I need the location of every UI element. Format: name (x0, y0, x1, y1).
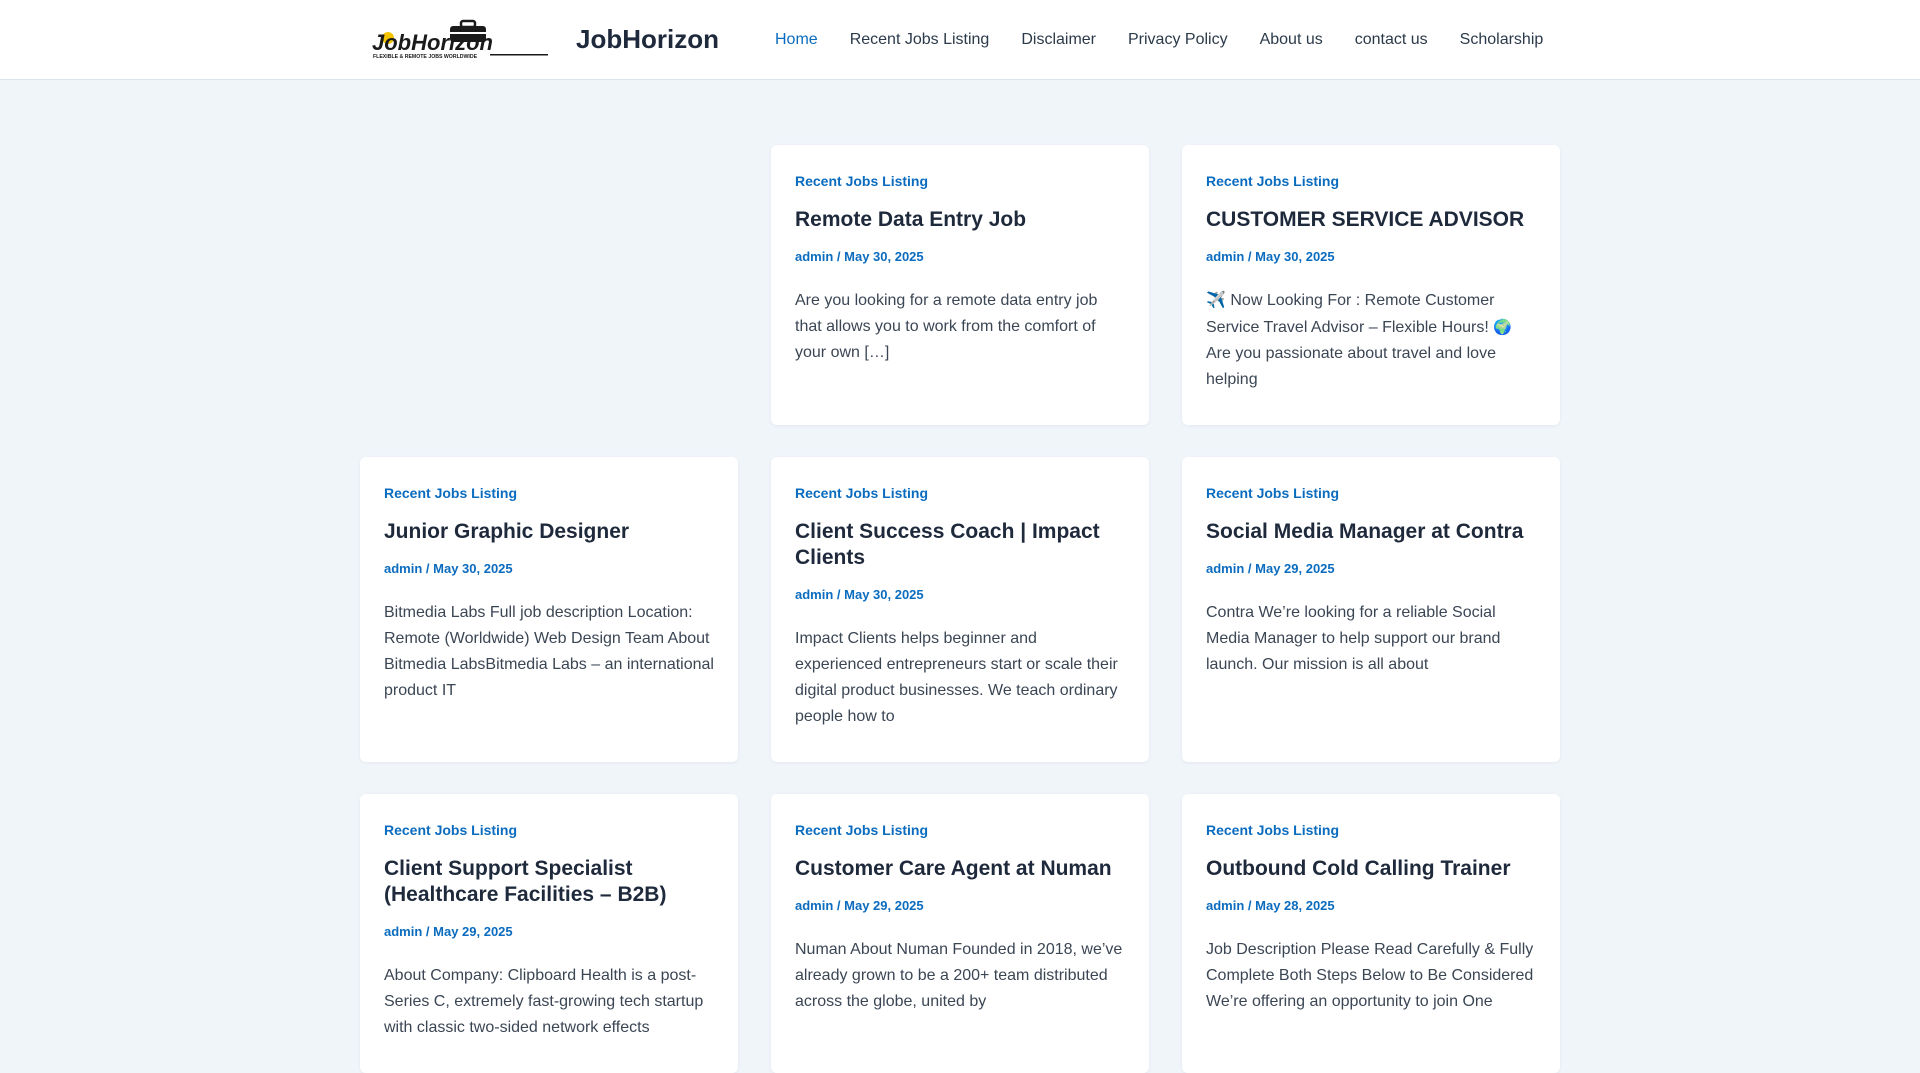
post-card: Recent Jobs Listing Remote Data Entry Jo… (771, 145, 1149, 425)
posts-grid: Recent Jobs Listing Remote Data Entry Jo… (360, 145, 1560, 1073)
post-title[interactable]: Social Media Manager at Contra (1206, 519, 1536, 545)
post-author-link[interactable]: admin (795, 249, 833, 264)
nav-disclaimer[interactable]: Disclaimer (1021, 31, 1096, 49)
post-date-link[interactable]: May 30, 2025 (844, 249, 924, 264)
post-author-link[interactable]: admin (1206, 249, 1244, 264)
post-excerpt: Impact Clients helps beginner and experi… (795, 630, 1118, 725)
excerpt-text-end: Are you passionate about travel and love… (1206, 345, 1496, 388)
post-date-link[interactable]: May 29, 2025 (844, 898, 924, 913)
post-meta: admin / May 30, 2025 (384, 561, 513, 576)
post-date-link[interactable]: May 29, 2025 (1255, 561, 1335, 576)
nav-home[interactable]: Home (775, 31, 818, 49)
post-title[interactable]: Junior Graphic Designer (384, 519, 714, 545)
excerpt-text-start: ✈️ Now Looking For : Remote Customer Ser… (1206, 292, 1495, 336)
post-category-link[interactable]: Recent Jobs Listing (1206, 173, 1536, 189)
post-title[interactable]: CUSTOMER SERVICE ADVISOR (1206, 207, 1536, 233)
post-excerpt: Numan About Numan Founded in 2018, we’ve… (795, 941, 1123, 1010)
post-meta: admin / May 29, 2025 (1206, 561, 1335, 576)
post-date-link[interactable]: May 30, 2025 (433, 561, 513, 576)
post-title[interactable]: Client Support Specialist (Healthcare Fa… (384, 856, 714, 908)
post-author-link[interactable]: admin (795, 898, 833, 913)
post-meta: admin / May 30, 2025 (795, 587, 924, 602)
site-logo[interactable]: JobHorizon FLEXIBLE & REMOTE JOBS WORLDW… (370, 18, 552, 60)
post-title[interactable]: Remote Data Entry Job (795, 207, 1125, 233)
post-author-link[interactable]: admin (1206, 561, 1244, 576)
post-excerpt: Job Description Please Read Carefully & … (1206, 941, 1534, 1010)
post-excerpt: Are you looking for a remote data entry … (795, 292, 1098, 361)
nav-scholarship[interactable]: Scholarship (1460, 31, 1544, 49)
logo-wordmark: JobHorizon (372, 30, 493, 55)
post-card: Recent Jobs Listing Outbound Cold Callin… (1182, 794, 1560, 1073)
site-header: JobHorizon FLEXIBLE & REMOTE JOBS WORLDW… (0, 0, 1920, 80)
logo-graphic: JobHorizon FLEXIBLE & REMOTE JOBS WORLDW… (372, 19, 548, 60)
post-category-link[interactable]: Recent Jobs Listing (1206, 485, 1536, 501)
post-author-link[interactable]: admin (1206, 898, 1244, 913)
post-excerpt: About Company: Clipboard Health is a pos… (384, 967, 704, 1036)
post-category-link[interactable]: Recent Jobs Listing (384, 822, 714, 838)
post-title[interactable]: Client Success Coach | Impact Clients (795, 519, 1125, 571)
post-card: Recent Jobs Listing Social Media Manager… (1182, 457, 1560, 762)
post-category-link[interactable]: Recent Jobs Listing (795, 485, 1125, 501)
post-excerpt: ✈️ Now Looking For : Remote Customer Ser… (1206, 288, 1536, 393)
post-date-link[interactable]: May 30, 2025 (844, 587, 924, 602)
post-category-link[interactable]: Recent Jobs Listing (795, 822, 1125, 838)
post-meta: admin / May 30, 2025 (795, 249, 924, 264)
post-category-link[interactable]: Recent Jobs Listing (384, 485, 714, 501)
post-excerpt: Contra We’re looking for a reliable Soci… (1206, 604, 1501, 673)
post-card: Recent Jobs Listing Client Success Coach… (771, 457, 1149, 762)
nav-about-us[interactable]: About us (1260, 31, 1323, 49)
post-meta: admin / May 30, 2025 (1206, 249, 1335, 264)
nav-recent-jobs-listing[interactable]: Recent Jobs Listing (850, 31, 990, 49)
post-author-link[interactable]: admin (384, 561, 422, 576)
main-nav: Home Recent Jobs Listing Disclaimer Priv… (775, 0, 1543, 80)
logo-tagline: FLEXIBLE & REMOTE JOBS WORLDWIDE (373, 54, 478, 60)
post-date-link[interactable]: May 30, 2025 (1255, 249, 1335, 264)
post-card: Recent Jobs Listing Customer Care Agent … (771, 794, 1149, 1073)
globe-icon: 🌍 (1493, 318, 1512, 336)
post-card: Recent Jobs Listing CUSTOMER SERVICE ADV… (1182, 145, 1560, 425)
nav-privacy-policy[interactable]: Privacy Policy (1128, 31, 1228, 49)
brand: JobHorizon FLEXIBLE & REMOTE JOBS WORLDW… (370, 18, 719, 60)
site-title[interactable]: JobHorizon (576, 24, 719, 55)
post-meta: admin / May 29, 2025 (795, 898, 924, 913)
post-author-link[interactable]: admin (384, 924, 422, 939)
post-card: Recent Jobs Listing Junior Graphic Desig… (360, 457, 738, 762)
post-meta: admin / May 29, 2025 (384, 924, 513, 939)
empty-grid-slot (360, 145, 738, 425)
post-date-link[interactable]: May 29, 2025 (433, 924, 513, 939)
post-card: Recent Jobs Listing Client Support Speci… (360, 794, 738, 1073)
post-title[interactable]: Outbound Cold Calling Trainer (1206, 856, 1536, 882)
post-date-link[interactable]: May 28, 2025 (1255, 898, 1335, 913)
post-excerpt: Bitmedia Labs Full job description Locat… (384, 604, 714, 699)
post-meta: admin / May 28, 2025 (1206, 898, 1335, 913)
post-category-link[interactable]: Recent Jobs Listing (795, 173, 1125, 189)
post-author-link[interactable]: admin (795, 587, 833, 602)
nav-contact-us[interactable]: contact us (1355, 31, 1428, 49)
post-category-link[interactable]: Recent Jobs Listing (1206, 822, 1536, 838)
post-title[interactable]: Customer Care Agent at Numan (795, 856, 1125, 882)
